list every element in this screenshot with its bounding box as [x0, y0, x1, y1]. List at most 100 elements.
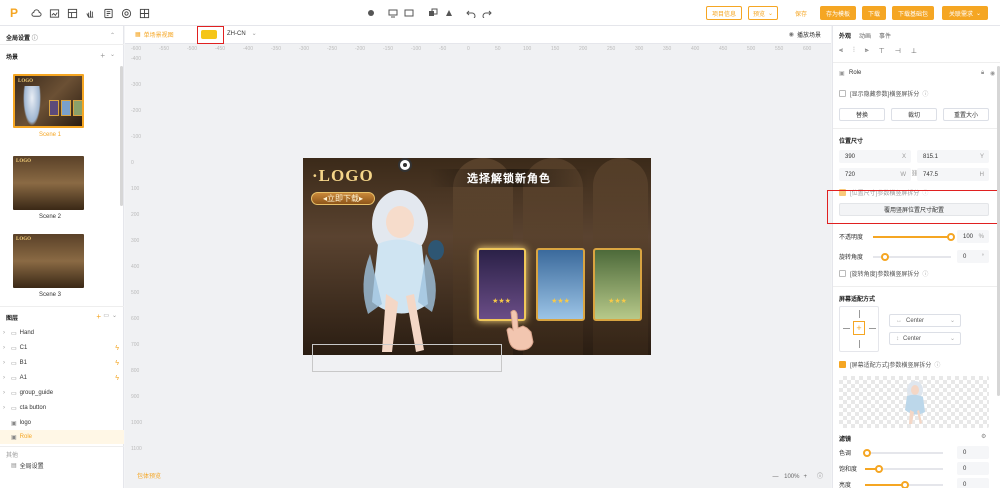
reset-size-button[interactable]: 重置大小	[943, 108, 989, 121]
saturation-slider[interactable]	[877, 468, 943, 470]
global-setting-item[interactable]: ▤ 全局设置	[0, 458, 124, 472]
brightness-slider[interactable]	[903, 484, 943, 486]
align-center-icon[interactable]: ⫶	[853, 47, 855, 55]
fit-split-checkbox[interactable]: [屏幕适配方式]参数横竖屏拆分 ⓘ	[839, 360, 940, 369]
align-right-icon[interactable]: ⫸	[865, 47, 869, 55]
screen-icon[interactable]	[404, 8, 414, 18]
opacity-knob[interactable]	[947, 233, 955, 241]
expand-arrow-icon[interactable]: ›	[3, 390, 11, 396]
chevron-down-icon[interactable]: ⌄	[110, 51, 115, 58]
layer-item-role[interactable]: ▣ Role	[0, 430, 124, 444]
expand-arrow-icon[interactable]: ›	[3, 345, 11, 351]
saturation-input[interactable]: 0	[957, 462, 989, 475]
component-icon[interactable]	[102, 7, 114, 19]
undo-icon[interactable]	[466, 8, 476, 20]
hide-param-checkbox[interactable]: [显示隐藏参数]横竖屏拆分 ⓘ	[839, 89, 928, 98]
layer-item-a1[interactable]: › ▭ A1 ϟ	[0, 371, 124, 385]
hand-icon[interactable]	[84, 7, 96, 19]
character-card-3[interactable]: ★★★	[593, 248, 642, 321]
zoom-out-icon[interactable]: —	[772, 474, 778, 480]
at-icon[interactable]	[120, 7, 132, 19]
tab-animation[interactable]: 动画	[859, 31, 871, 40]
anchor-selector[interactable]: +	[839, 306, 879, 352]
replace-button[interactable]: 替换	[839, 108, 885, 121]
layer-item-b1[interactable]: › ▭ B1 ϟ	[0, 356, 124, 370]
settings-icon[interactable]: ⚙︎	[981, 433, 986, 440]
rotation-knob[interactable]	[881, 253, 889, 261]
image-icon[interactable]	[48, 7, 60, 19]
y-input[interactable]: 815.1 Y	[917, 150, 989, 163]
layer-item-cta-button[interactable]: › ▭ cta button	[0, 401, 124, 415]
layer-item-logo[interactable]: ▣ logo	[0, 416, 124, 430]
layer-item-c1[interactable]: › ▭ C1 ϟ	[0, 341, 124, 355]
hue-knob[interactable]	[863, 449, 871, 457]
eye-icon[interactable]: ◉	[990, 70, 995, 77]
layer-item-hand[interactable]: › ▭ Hand	[0, 326, 124, 340]
folder-add-icon[interactable]: ▭	[103, 312, 109, 319]
opacity-input[interactable]: 100%	[957, 230, 989, 243]
preview-button[interactable]: 预览 ⌄	[748, 6, 778, 20]
add-scene-icon[interactable]: +	[100, 51, 105, 60]
tab-appearance[interactable]: 外观	[839, 31, 851, 40]
scrollbar[interactable]	[120, 66, 123, 206]
rotation-input[interactable]: 0 °	[957, 250, 989, 263]
align-top-icon[interactable]: ⊤	[879, 47, 885, 55]
add-layer-icon[interactable]: +	[96, 312, 101, 321]
align-bottom-icon[interactable]: ⊥	[911, 47, 917, 55]
hue-input[interactable]: 0	[957, 446, 989, 459]
horizontal-fit-select[interactable]: ↔ Center ⌄	[889, 314, 961, 327]
save-template-button[interactable]: 存为模板	[820, 6, 856, 20]
redo-icon[interactable]	[482, 8, 492, 20]
width-input[interactable]: 720 W	[839, 168, 911, 181]
save-button[interactable]: 保存	[790, 6, 812, 20]
expand-arrow-icon[interactable]: ›	[3, 375, 11, 381]
x-input[interactable]: 390 X	[839, 150, 911, 163]
expand-arrow-icon[interactable]: ›	[3, 405, 11, 411]
rotate-handle[interactable]	[398, 158, 412, 172]
download-base-button[interactable]: 下载基础包	[892, 6, 934, 20]
language-select[interactable]: ZH-CN ⌄	[227, 30, 257, 37]
zoom-in-icon[interactable]: +	[803, 474, 807, 480]
scene-preview[interactable]: ·LOGO ◂立即下载▸ 选择解锁新角色 ★★★ ★★★ ★★★	[303, 158, 651, 355]
height-input[interactable]: 747.5 H	[917, 168, 989, 181]
layout-icon[interactable]	[66, 7, 78, 19]
collapse-icon[interactable]: ⌃	[110, 32, 115, 39]
tab-single-scene[interactable]: ▦ 单场景视图	[135, 30, 174, 39]
opacity-slider[interactable]	[873, 236, 951, 238]
hue-slider[interactable]	[865, 452, 943, 454]
zoom-control[interactable]: — 100% + ⓘ	[772, 471, 823, 480]
saturation-knob[interactable]	[875, 465, 883, 473]
role-character[interactable]	[348, 184, 448, 355]
layer-item-group-guide[interactable]: › ▭ group_guide	[0, 386, 124, 400]
play-scene-button[interactable]: ◉ 播放场景	[789, 30, 821, 39]
anchor-center-icon[interactable]: +	[853, 321, 865, 335]
chevron-down-icon[interactable]: ⌄	[112, 312, 117, 319]
related-requirement-button[interactable]: 关联需求 ⌄	[942, 6, 988, 20]
align-middle-icon[interactable]: ⊣	[895, 47, 901, 55]
lock-icon[interactable]: 🔒︎	[981, 70, 984, 77]
grid-icon[interactable]	[138, 7, 150, 19]
brightness-knob[interactable]	[901, 481, 909, 488]
scene-item-2[interactable]: LOGO Scene 2	[10, 156, 110, 220]
crop-button[interactable]: 裁切	[891, 108, 937, 121]
expand-arrow-icon[interactable]: ›	[3, 360, 11, 366]
align-left-icon[interactable]: ⫷	[839, 47, 843, 55]
scene-logo[interactable]: ·LOGO	[312, 166, 374, 186]
help-icon[interactable]: ⓘ	[817, 474, 823, 480]
download-button[interactable]: 下载	[862, 6, 886, 20]
tab-events[interactable]: 事件	[879, 31, 891, 40]
scene-item-1[interactable]: LOGO Scene 1	[10, 74, 110, 138]
vertical-fit-select[interactable]: ↕ Center ⌄	[889, 332, 961, 345]
paste-icon[interactable]	[444, 8, 454, 18]
character-card-2[interactable]: ★★★	[536, 248, 585, 321]
package-preview-link[interactable]: 包体预览	[137, 471, 161, 480]
scene-item-3[interactable]: LOGO Scene 3	[10, 234, 110, 298]
brightness-input[interactable]: 0	[957, 478, 989, 488]
project-info-button[interactable]: 项目信息	[706, 6, 742, 20]
monitor-icon[interactable]	[388, 8, 398, 18]
expand-arrow-icon[interactable]: ›	[3, 330, 11, 336]
rotation-split-checkbox[interactable]: [旋转角度]参数横竖屏拆分 ⓘ	[839, 269, 928, 278]
cloud-icon[interactable]	[30, 7, 42, 19]
copy-icon[interactable]	[428, 8, 438, 18]
shape-icon[interactable]	[366, 8, 376, 18]
